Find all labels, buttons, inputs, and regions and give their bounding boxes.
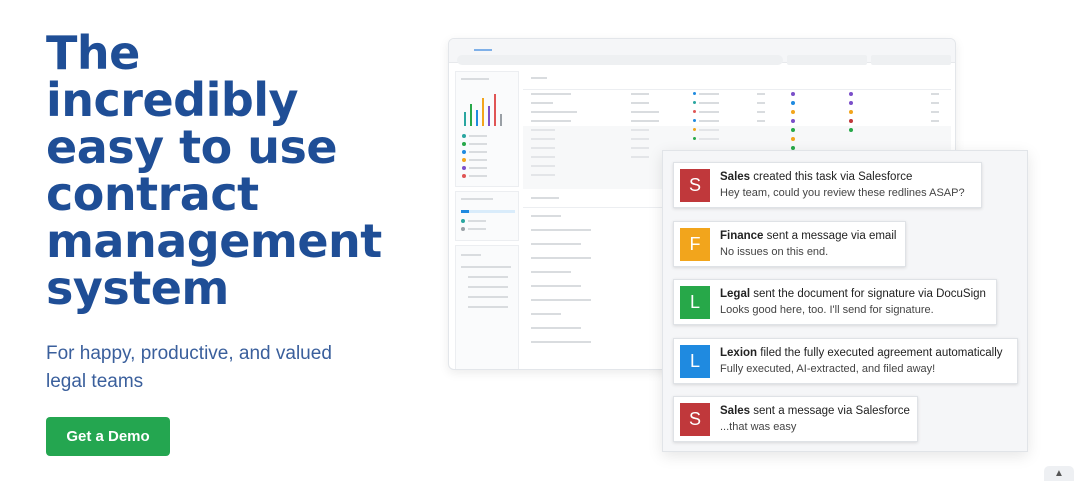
feed-item: L Legal sent the document for signature … xyxy=(673,279,997,325)
feed-actor: Legal xyxy=(720,288,751,300)
avatar: L xyxy=(680,345,710,378)
feed-actor: Finance xyxy=(720,230,764,242)
feed-actor: Sales xyxy=(720,405,751,417)
feed-item: L Lexion filed the fully executed agreem… xyxy=(673,338,1018,384)
get-demo-button[interactable]: Get a Demo xyxy=(46,417,170,456)
dashboard-list xyxy=(523,189,663,369)
feed-action: sent a message via Salesforce xyxy=(753,405,910,417)
dashboard-chart-panel xyxy=(455,71,519,187)
dashboard-side-panel xyxy=(455,191,519,241)
feed-message: Fully executed, AI-extracted, and filed … xyxy=(720,363,936,375)
chevron-up-icon: ▲ xyxy=(1054,468,1064,479)
hero-subtitle-line: legal teams xyxy=(46,371,144,392)
hero-title-line: management xyxy=(46,214,382,268)
hero-subtitle: For happy, productive, and valued legal … xyxy=(46,340,366,396)
hero-title-line: contract xyxy=(46,167,259,221)
feed-action: filed the fully executed agreement autom… xyxy=(760,347,1003,359)
avatar: L xyxy=(680,286,710,319)
dashboard-search xyxy=(457,55,783,65)
feed-item: F Finance sent a message via email No is… xyxy=(673,221,906,267)
hero-subtitle-line: For happy, productive, and valued xyxy=(46,343,332,364)
activity-feed: S Sales created this task via Salesforce… xyxy=(662,150,1028,452)
feed-message: Looks good here, too. I'll send for sign… xyxy=(720,304,934,316)
avatar: S xyxy=(680,169,710,202)
hero-title-line: easy to use xyxy=(46,120,338,174)
feed-action: sent the document for signature via Docu… xyxy=(753,288,986,300)
mini-bar-chart xyxy=(462,94,514,126)
feed-message: Hey team, could you review these redline… xyxy=(720,187,965,199)
hero-title-line: The xyxy=(46,26,140,80)
feed-action: sent a message via email xyxy=(766,230,897,242)
avatar: S xyxy=(680,403,710,436)
feed-item: S Sales created this task via Salesforce… xyxy=(673,162,982,208)
feed-actor: Lexion xyxy=(720,347,758,359)
feed-message: No issues on this end. xyxy=(720,246,829,258)
hero-title-line: system xyxy=(46,261,229,315)
scroll-top-button[interactable]: ▲ xyxy=(1044,466,1074,481)
hero-title-line: incredibly xyxy=(46,73,299,127)
feed-item: S Sales sent a message via Salesforce ..… xyxy=(673,396,918,442)
feed-actor: Sales xyxy=(720,171,751,183)
avatar: F xyxy=(680,228,710,261)
feed-message: ...that was easy xyxy=(720,421,797,433)
feed-action: created this task via Salesforce xyxy=(753,171,913,183)
hero-title: The incredibly easy to use contract mana… xyxy=(46,30,426,312)
